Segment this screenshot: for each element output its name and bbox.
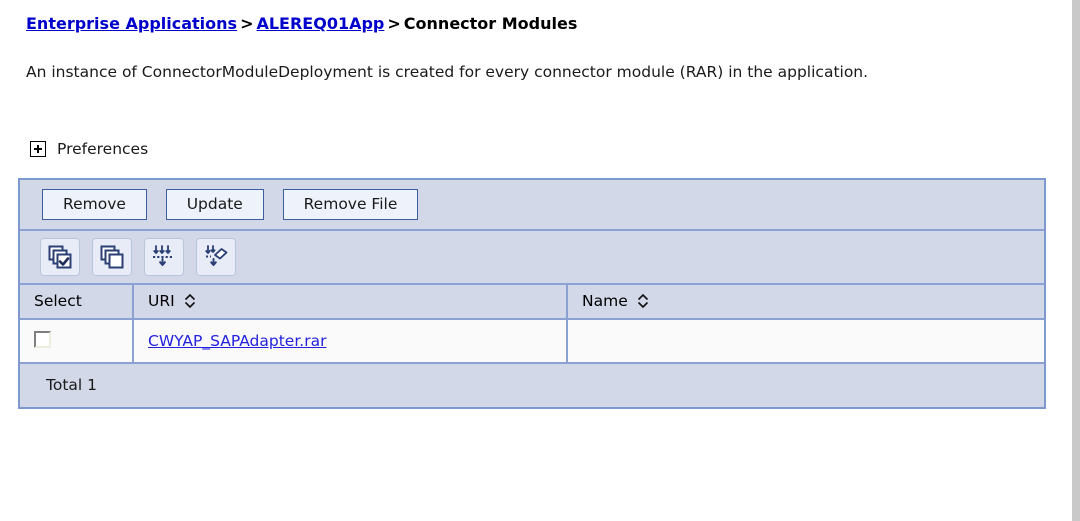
breadcrumb: Enterprise Applications > ALEREQ01App > Conn…	[26, 14, 577, 33]
column-header-select-label: Select	[34, 292, 82, 310]
modules-table: Select URI Name CWYAP_SAPAdapter.rar	[20, 285, 1044, 364]
breadcrumb-link-alereq01app[interactable]: ALEREQ01App	[256, 14, 384, 33]
breadcrumb-link-enterprise-applications[interactable]: Enterprise Applications	[26, 14, 237, 33]
sort-toggle-uri-icon[interactable]	[184, 293, 196, 309]
preferences-label: Preferences	[57, 140, 149, 158]
column-header-uri-label: URI	[148, 292, 175, 310]
table-header-row: Select URI Name	[20, 285, 1044, 320]
page-description: An instance of ConnectorModuleDeployment…	[26, 63, 869, 81]
select-all-icon[interactable]	[40, 238, 80, 276]
row-uri-cell: CWYAP_SAPAdapter.rar	[133, 319, 568, 364]
collection-table: Remove Update Remove File Select URI Nam…	[18, 178, 1046, 409]
sort-toggle-name-icon[interactable]	[637, 293, 649, 309]
column-header-uri: URI	[133, 285, 568, 320]
column-header-name: Name	[567, 285, 1044, 320]
table-row: CWYAP_SAPAdapter.rar	[20, 319, 1044, 364]
table-total-footer: Total 1	[20, 364, 1044, 407]
update-button[interactable]: Update	[165, 189, 264, 220]
row-select-checkbox[interactable]	[34, 330, 51, 348]
remove-button[interactable]: Remove	[42, 189, 147, 220]
breadcrumb-current-connector-modules: Connector Modules	[403, 14, 578, 33]
remove-file-button[interactable]: Remove File	[282, 189, 419, 220]
breadcrumb-separator-2: >	[387, 14, 401, 33]
preferences-toggle[interactable]: Preferences	[30, 140, 148, 158]
plus-box-icon[interactable]	[30, 141, 46, 157]
column-header-name-label: Name	[582, 292, 628, 310]
module-uri-link[interactable]: CWYAP_SAPAdapter.rar	[148, 332, 326, 350]
admin-console-page: Enterprise Applications > ALEREQ01App > Conn…	[0, 0, 1062, 521]
icon-toolbar	[20, 231, 1044, 285]
deselect-all-icon[interactable]	[92, 238, 132, 276]
action-button-bar: Remove Update Remove File	[20, 180, 1044, 231]
row-name-cell	[567, 319, 1044, 364]
breadcrumb-separator-1: >	[240, 14, 254, 33]
show-filter-icon[interactable]	[144, 238, 184, 276]
clear-filter-icon[interactable]	[196, 238, 236, 276]
row-select-cell	[20, 319, 134, 364]
page-right-edge	[1072, 0, 1080, 521]
column-header-select: Select	[20, 285, 134, 320]
